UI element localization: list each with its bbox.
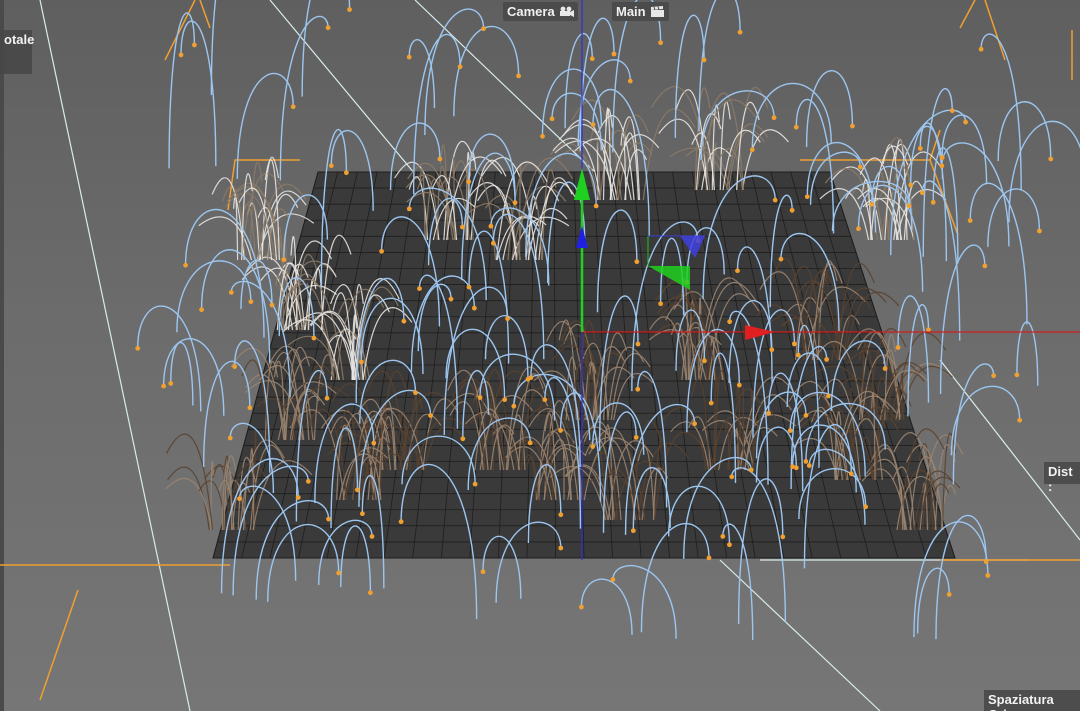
scene-canvas[interactable] bbox=[0, 0, 1080, 711]
hud-grid-spacing-label: Spaziatura Grig bbox=[988, 692, 1054, 711]
hud-grid-spacing-panel: Spaziatura Grig bbox=[984, 690, 1080, 711]
camera-menu-tag[interactable]: Camera bbox=[503, 2, 578, 21]
3d-viewport[interactable]: Camera Main otale Dist : Spaziatura Grig bbox=[0, 0, 1080, 711]
film-camera-icon bbox=[559, 6, 574, 17]
camera-label: Camera bbox=[507, 4, 555, 19]
hud-left-panel: otale bbox=[0, 30, 35, 74]
hud-left-label: otale bbox=[4, 32, 35, 47]
take-label: Main bbox=[616, 4, 646, 19]
hud-distance-panel: Dist : bbox=[1044, 462, 1080, 494]
clapperboard-icon bbox=[650, 6, 664, 17]
take-menu-tag[interactable]: Main bbox=[612, 2, 669, 21]
